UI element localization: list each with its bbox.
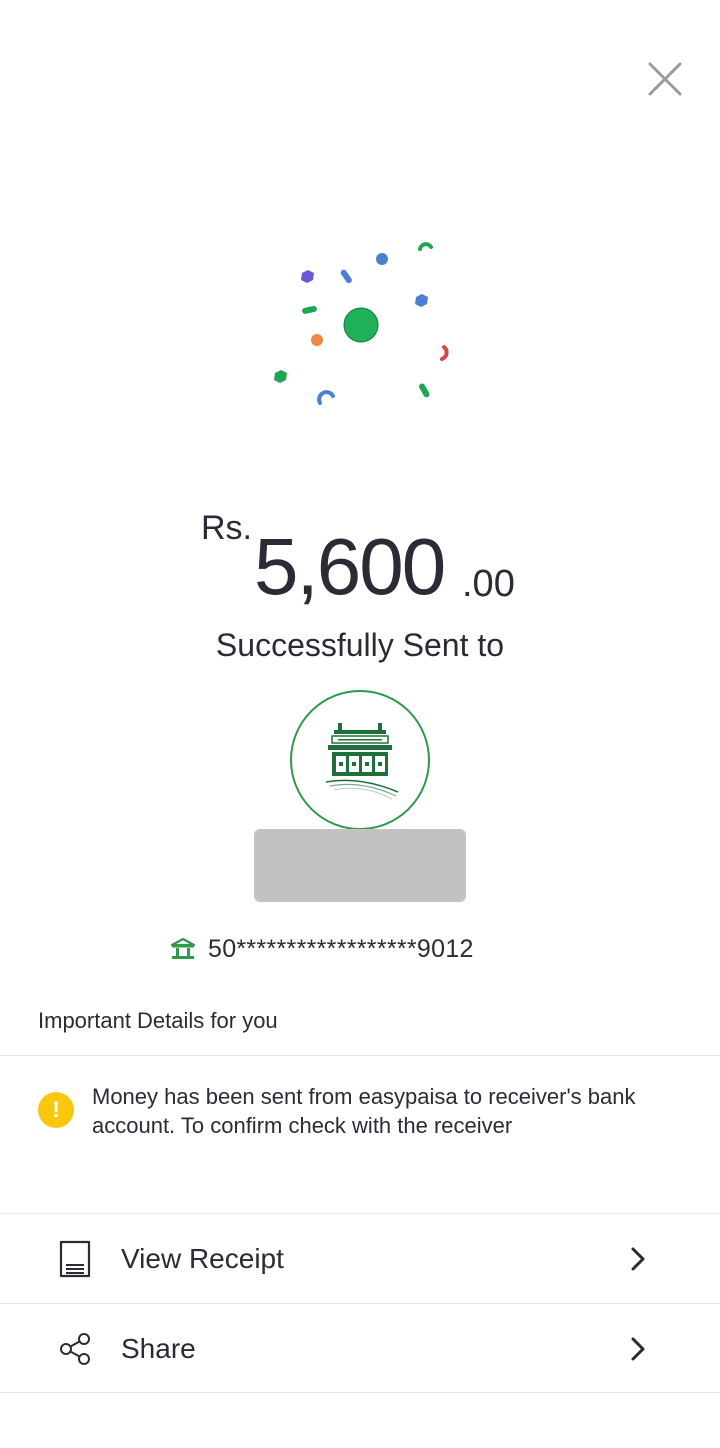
redaction-block [254, 829, 466, 902]
notice: ! Money has been sent from easypaisa to … [38, 1082, 688, 1140]
account-number: 50******************9012 [208, 934, 474, 963]
warning-mark: ! [52, 1097, 60, 1122]
amount-major: 5,600 [254, 522, 446, 611]
amount-minor: .00 [462, 563, 515, 605]
divider [0, 1303, 720, 1304]
amount-currency: Rs. [201, 509, 252, 547]
account-number-row: 50******************9012 [170, 932, 474, 966]
share-icon [60, 1333, 90, 1365]
share-row[interactable]: Share [0, 1305, 720, 1393]
warning-icon: ! [38, 1092, 74, 1128]
receipt-icon [59, 1240, 91, 1278]
bank-logo [290, 690, 430, 830]
amount-display: Rs. 5,600 .00 [0, 505, 720, 615]
close-icon [648, 62, 682, 96]
bank-icon [170, 937, 196, 959]
state-bank-logo [325, 723, 399, 800]
close-button[interactable] [640, 56, 688, 104]
divider [0, 1055, 720, 1056]
view-receipt-label: View Receipt [121, 1243, 284, 1274]
view-receipt-row[interactable]: View Receipt [0, 1215, 720, 1303]
divider [0, 1392, 720, 1393]
chevron-right-icon [631, 1247, 645, 1271]
confetti-illustration [274, 242, 449, 405]
divider [0, 1213, 720, 1214]
status-text: Successfully Sent to [215, 627, 505, 663]
chevron-right-icon [631, 1337, 645, 1361]
payment-success-screen: Rs. 5,600 .00 Successfully Sent to 50***… [0, 0, 720, 1448]
important-details-title: Important Details for you [38, 1008, 278, 1033]
notice-text: Money has been sent from easypaisa to re… [92, 1084, 636, 1138]
share-label: Share [121, 1333, 196, 1364]
